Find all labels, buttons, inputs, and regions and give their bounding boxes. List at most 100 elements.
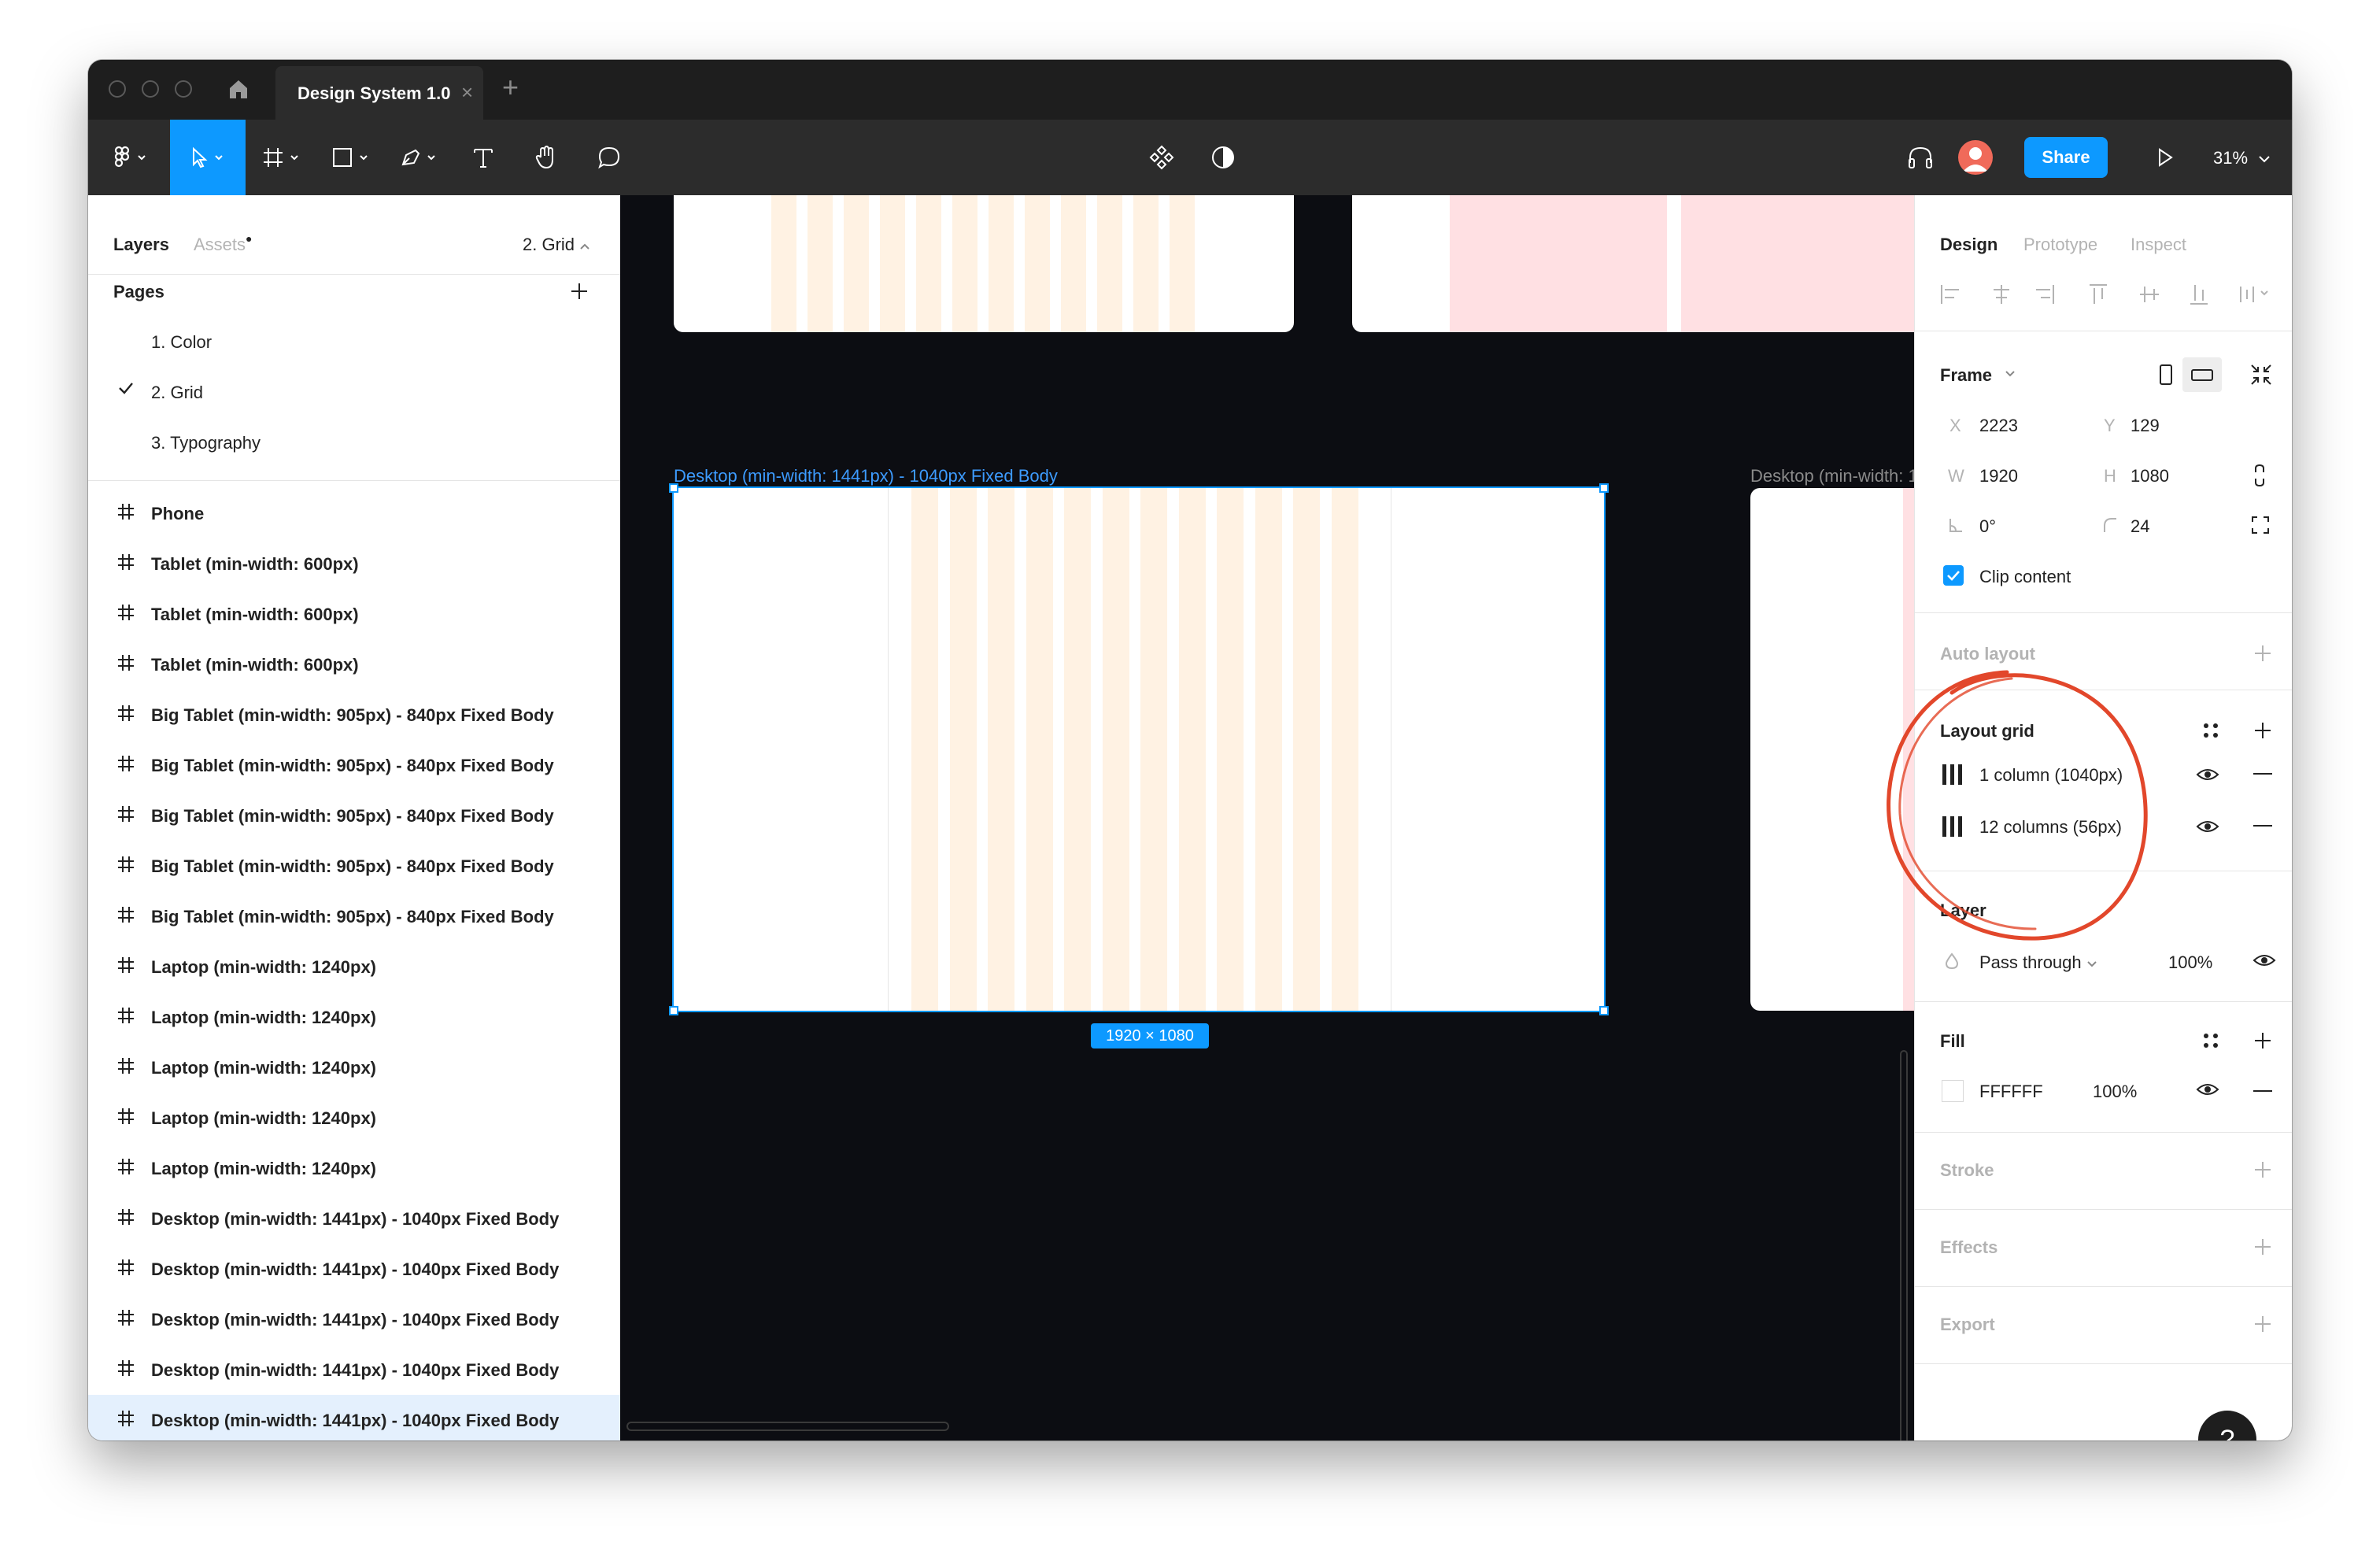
close-window-button[interactable]: [109, 80, 126, 98]
clip-content-checkbox[interactable]: [1943, 565, 1964, 586]
page-item-grid[interactable]: 2. Grid: [151, 383, 203, 403]
add-export-icon[interactable]: [2253, 1315, 2272, 1333]
layer-row[interactable]: Tablet (min-width: 600px): [88, 639, 620, 690]
layer-row[interactable]: Big Tablet (min-width: 905px) - 840px Fi…: [88, 690, 620, 740]
frame-top-left[interactable]: [674, 195, 1294, 332]
move-tool-button[interactable]: [170, 120, 246, 195]
layer-row[interactable]: Laptop (min-width: 1240px): [88, 1042, 620, 1093]
zoom-dropdown[interactable]: 31%: [2213, 148, 2271, 168]
add-fill-icon[interactable]: [2253, 1031, 2272, 1050]
remove-fill-icon[interactable]: [2253, 1090, 2272, 1092]
selected-frame-label[interactable]: Desktop (min-width: 1441px) - 1040px Fix…: [674, 466, 1058, 486]
components-button[interactable]: [1140, 120, 1184, 195]
layer-row[interactable]: Big Tablet (min-width: 905px) - 840px Fi…: [88, 790, 620, 841]
page-item-color[interactable]: 1. Color: [151, 332, 212, 353]
y-input[interactable]: 129: [2131, 416, 2160, 436]
new-tab-button[interactable]: +: [502, 71, 519, 104]
hand-tool-button[interactable]: [524, 120, 568, 195]
tab-inspect[interactable]: Inspect: [2131, 235, 2186, 255]
layer-row[interactable]: Desktop (min-width: 1441px) - 1040px Fix…: [88, 1193, 620, 1244]
layer-row[interactable]: Laptop (min-width: 1240px): [88, 1093, 620, 1143]
fill-styles-icon[interactable]: [2200, 1030, 2222, 1056]
layer-row[interactable]: Big Tablet (min-width: 905px) - 840px Fi…: [88, 740, 620, 790]
add-page-icon[interactable]: [570, 282, 589, 301]
resize-handle[interactable]: [669, 1006, 678, 1015]
page-selector[interactable]: 2. Grid: [523, 235, 590, 255]
layer-row[interactable]: Laptop (min-width: 1240px): [88, 992, 620, 1042]
remove-grid-icon[interactable]: [2253, 773, 2272, 775]
portrait-button[interactable]: [2151, 359, 2179, 390]
layer-row[interactable]: Tablet (min-width: 600px): [88, 538, 620, 589]
shape-tool-button[interactable]: [326, 120, 382, 195]
w-input[interactable]: 1920: [1979, 466, 2018, 486]
resize-handle[interactable]: [1599, 483, 1609, 493]
eye-icon[interactable]: [2252, 949, 2277, 975]
layer-label: Desktop (min-width: 1441px) - 1040px Fix…: [151, 1209, 560, 1229]
minimize-window-button[interactable]: [142, 80, 159, 98]
page-item-typography[interactable]: 3. Typography: [151, 433, 261, 453]
layer-row[interactable]: Desktop (min-width: 1441px) - 1040px Fix…: [88, 1395, 620, 1441]
divider: [1915, 1209, 2292, 1210]
frame-top-right[interactable]: [1352, 195, 1914, 332]
tab-assets[interactable]: Assets●: [194, 232, 253, 255]
add-stroke-icon[interactable]: [2253, 1160, 2272, 1179]
main-menu-button[interactable]: [104, 120, 159, 195]
eye-icon[interactable]: [2195, 764, 2220, 790]
tab-design[interactable]: Design: [1940, 235, 1998, 255]
landscape-button[interactable]: [2182, 357, 2222, 392]
layer-row[interactable]: Desktop (min-width: 1441px) - 1040px Fix…: [88, 1294, 620, 1344]
canvas[interactable]: Desktop (min-width: 1441px) - 1040px Fix…: [620, 195, 1914, 1441]
chevron-down-icon[interactable]: [2005, 370, 2016, 378]
add-layout-grid-icon[interactable]: [2253, 721, 2272, 740]
rotation-input[interactable]: 0°: [1979, 516, 1996, 537]
text-tool-button[interactable]: [461, 120, 505, 195]
close-tab-icon[interactable]: ×: [461, 80, 473, 105]
theme-toggle-button[interactable]: [1201, 120, 1245, 195]
avatar[interactable]: [1958, 140, 1993, 175]
vertical-scrollbar[interactable]: [1900, 1050, 1908, 1441]
frame-tool-button[interactable]: [257, 120, 313, 195]
frame-title[interactable]: Frame: [1940, 365, 1992, 386]
selected-frame[interactable]: [672, 486, 1606, 1012]
add-effect-icon[interactable]: [2253, 1237, 2272, 1256]
layer-row[interactable]: Big Tablet (min-width: 905px) - 840px Fi…: [88, 891, 620, 941]
remove-grid-icon[interactable]: [2253, 825, 2272, 827]
constrain-proportions-icon[interactable]: [2250, 463, 2269, 492]
share-button[interactable]: Share: [2024, 137, 2108, 178]
resize-to-fit-icon[interactable]: [2249, 362, 2274, 391]
home-icon[interactable]: [227, 77, 250, 101]
layer-row[interactable]: Desktop (min-width: 1441px) - 1040px Fix…: [88, 1244, 620, 1294]
frame-label[interactable]: Desktop (min-width: 1441px) -: [1750, 466, 1914, 486]
x-input[interactable]: 2223: [1979, 416, 2018, 436]
layer-row[interactable]: Laptop (min-width: 1240px): [88, 1143, 620, 1193]
horizontal-scrollbar[interactable]: [626, 1422, 949, 1431]
pen-tool-button[interactable]: [394, 120, 450, 195]
layer-row[interactable]: Tablet (min-width: 600px): [88, 589, 620, 639]
layer-row[interactable]: Phone: [88, 488, 620, 538]
layer-row[interactable]: Laptop (min-width: 1240px): [88, 941, 620, 992]
tab-prototype[interactable]: Prototype: [2023, 235, 2097, 255]
layer-row[interactable]: Big Tablet (min-width: 905px) - 840px Fi…: [88, 841, 620, 891]
fill-color-swatch[interactable]: [1942, 1080, 1964, 1102]
resize-handle[interactable]: [1599, 1006, 1609, 1015]
fill-hex-input[interactable]: FFFFFF: [1979, 1082, 2043, 1102]
layer-row[interactable]: Desktop (min-width: 1441px) - 1040px Fix…: [88, 1344, 620, 1395]
help-button[interactable]: ?: [2198, 1411, 2256, 1441]
zoom-window-button[interactable]: [175, 80, 192, 98]
eye-icon[interactable]: [2195, 815, 2220, 841]
file-tab[interactable]: Design System 1.0 ×: [275, 66, 483, 120]
layer-label: Desktop (min-width: 1441px) - 1040px Fix…: [151, 1310, 560, 1330]
add-auto-layout-icon[interactable]: [2253, 644, 2272, 663]
independent-corners-icon[interactable]: [2250, 515, 2271, 539]
corner-radius-input[interactable]: 24: [2131, 516, 2149, 537]
present-button[interactable]: [2142, 120, 2186, 195]
resize-handle[interactable]: [669, 483, 678, 493]
fill-opacity-input[interactable]: 100%: [2093, 1082, 2137, 1102]
layer-opacity-input[interactable]: 100%: [2168, 952, 2212, 973]
comment-tool-button[interactable]: [587, 120, 631, 195]
h-input[interactable]: 1080: [2131, 466, 2169, 486]
eye-icon[interactable]: [2195, 1078, 2220, 1104]
grid-styles-icon[interactable]: [2200, 719, 2222, 745]
tab-layers[interactable]: Layers: [113, 235, 169, 255]
audio-button[interactable]: [1898, 120, 1942, 195]
